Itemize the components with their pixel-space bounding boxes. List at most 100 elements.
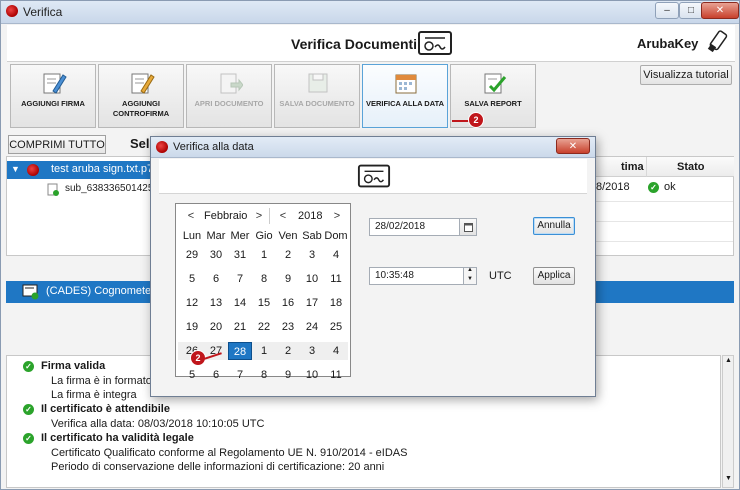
tutorial-button[interactable]: Visualizza tutorial (640, 65, 732, 85)
calendar-day[interactable]: 16 (276, 294, 300, 312)
weekday-header: Gio (255, 230, 273, 242)
calendar-day[interactable]: 11 (324, 270, 348, 288)
calendar-day[interactable]: 4 (324, 246, 348, 264)
calendar-day[interactable]: 19 (180, 318, 204, 336)
save-document-icon (308, 73, 328, 93)
calendar-day[interactable]: 29 (180, 246, 204, 264)
cancel-button[interactable]: Annulla (533, 217, 575, 235)
next-month-button[interactable]: > (252, 208, 266, 224)
calendar-day[interactable]: 18 (324, 294, 348, 312)
calendar-day[interactable]: 1 (252, 342, 276, 360)
ok-icon: ✓ (648, 182, 659, 193)
calendar-day[interactable]: 7 (228, 366, 252, 384)
calendar-day[interactable]: 5 (180, 366, 204, 384)
calendar-day[interactable]: 8 (252, 366, 276, 384)
ok-icon: ✓ (23, 404, 34, 415)
add-signature-label: AGGIUNGI FIRMA (21, 99, 85, 108)
expand-icon[interactable]: ▼ (11, 164, 20, 174)
calendar-day[interactable]: 20 (204, 318, 228, 336)
column-header-signature[interactable]: tima (594, 157, 646, 177)
minimize-button[interactable]: – (655, 2, 679, 19)
add-countersignature-button[interactable]: AGGIUNGI CONTROFIRMA (98, 64, 184, 128)
ok-icon: ✓ (23, 361, 34, 372)
apply-button[interactable]: Applica (533, 267, 575, 285)
details-scrollbar[interactable]: ▲ ▼ (722, 355, 734, 488)
time-spinner[interactable]: ▲ ▼ (463, 267, 477, 285)
detail-line: Verifica alla data: 08/03/2018 10:10:05 … (51, 418, 265, 430)
calendar-day[interactable]: 6 (204, 366, 228, 384)
calendar-day[interactable]: 30 (204, 246, 228, 264)
dialog-title-bar: Verifica alla data ✕ (151, 137, 595, 158)
date-picker-button[interactable] (459, 218, 477, 236)
calendar-day[interactable]: 7 (228, 270, 252, 288)
close-button[interactable]: ✕ (701, 2, 739, 19)
page-title: Verifica Documenti (291, 36, 418, 52)
detail-line: La firma è in formato C (51, 375, 163, 387)
window-title: Verifica (23, 5, 63, 19)
calendar-day[interactable]: 14 (228, 294, 252, 312)
calendar-day[interactable]: 8 (252, 270, 276, 288)
calendar-day[interactable]: 6 (204, 270, 228, 288)
calendar-day[interactable]: 1 (252, 246, 276, 264)
column-header-state[interactable]: Stato (646, 157, 734, 177)
weekday-header: Mer (230, 230, 250, 242)
open-document-label: APRI DOCUMENTO (194, 99, 264, 108)
next-year-button[interactable]: > (330, 208, 344, 224)
calendar-day[interactable]: 22 (252, 318, 276, 336)
save-document-button[interactable]: SALVA DOCUMENTO (274, 64, 360, 128)
tree-item-document[interactable]: ▼ test aruba sign.txt.p7m (7, 161, 167, 179)
weekday-header: Mar (206, 230, 226, 242)
save-report-button[interactable]: SALVA REPORT (450, 64, 536, 128)
header: Verifica Documenti ArubaKey (7, 25, 735, 62)
save-report-icon (484, 73, 507, 94)
calendar-day[interactable]: 9 (276, 366, 300, 384)
calendar-day[interactable]: 5 (180, 270, 204, 288)
collapse-all-button[interactable]: COMPRIMI TUTTO (8, 135, 106, 154)
add-signature-icon (43, 73, 67, 94)
calendar-day[interactable]: 28 (228, 342, 252, 360)
month-label: Febbraio (204, 210, 248, 222)
calendar-day[interactable]: 12 (180, 294, 204, 312)
grid-line (595, 201, 733, 202)
calendar-day[interactable]: 24 (300, 318, 324, 336)
sub-file-icon (47, 183, 59, 196)
calendar-day[interactable]: 3 (300, 246, 324, 264)
scroll-down-icon[interactable]: ▼ (725, 475, 732, 482)
calendar-day[interactable]: 4 (324, 342, 348, 360)
calendar-day[interactable]: 10 (300, 366, 324, 384)
open-document-button[interactable]: APRI DOCUMENTO (186, 64, 272, 128)
prev-year-button[interactable]: < (276, 208, 290, 224)
calendar-day[interactable]: 2 (276, 342, 300, 360)
scroll-up-icon[interactable]: ▲ (725, 357, 732, 364)
calendar-day[interactable]: 17 (300, 294, 324, 312)
calendar-day[interactable]: 13 (204, 294, 228, 312)
calendar-day[interactable]: 11 (324, 366, 348, 384)
verify-at-date-button[interactable]: VERIFICA ALLA DATA (362, 64, 448, 128)
certificate-icon (418, 31, 452, 55)
tree-item-document-label: test aruba sign.txt.p7m (51, 163, 163, 175)
add-signature-button[interactable]: AGGIUNGI FIRMA (10, 64, 96, 128)
calendar-day[interactable]: 21 (228, 318, 252, 336)
spin-up-icon[interactable]: ▲ (467, 267, 473, 273)
dialog-close-button[interactable]: ✕ (556, 138, 590, 154)
weekday-header: Sab (302, 230, 322, 242)
add-countersignature-icon (131, 73, 155, 94)
verify-at-date-label: VERIFICA ALLA DATA (365, 99, 445, 108)
calendar-day[interactable]: 9 (276, 270, 300, 288)
maximize-button[interactable]: □ (679, 2, 703, 19)
detail-line: Periodo di conservazione delle informazi… (51, 461, 385, 473)
calendar-day[interactable]: 15 (252, 294, 276, 312)
prev-month-button[interactable]: < (184, 208, 198, 224)
calendar-day[interactable]: 2 (276, 246, 300, 264)
calendar-day[interactable]: 10 (300, 270, 324, 288)
detail-line: Il certificato è attendibile (41, 403, 170, 415)
detail-line: Il certificato ha validità legale (41, 432, 194, 444)
calendar-day[interactable]: 31 (228, 246, 252, 264)
certificate-icon (357, 164, 391, 188)
time-field[interactable]: 10:35:48 (369, 267, 477, 285)
calendar-day[interactable]: 23 (276, 318, 300, 336)
calendar-day[interactable]: 3 (300, 342, 324, 360)
detail-line: Certificato Qualificato conforme al Rego… (51, 447, 408, 459)
calendar-day[interactable]: 25 (324, 318, 348, 336)
spin-down-icon[interactable]: ▼ (467, 276, 473, 282)
